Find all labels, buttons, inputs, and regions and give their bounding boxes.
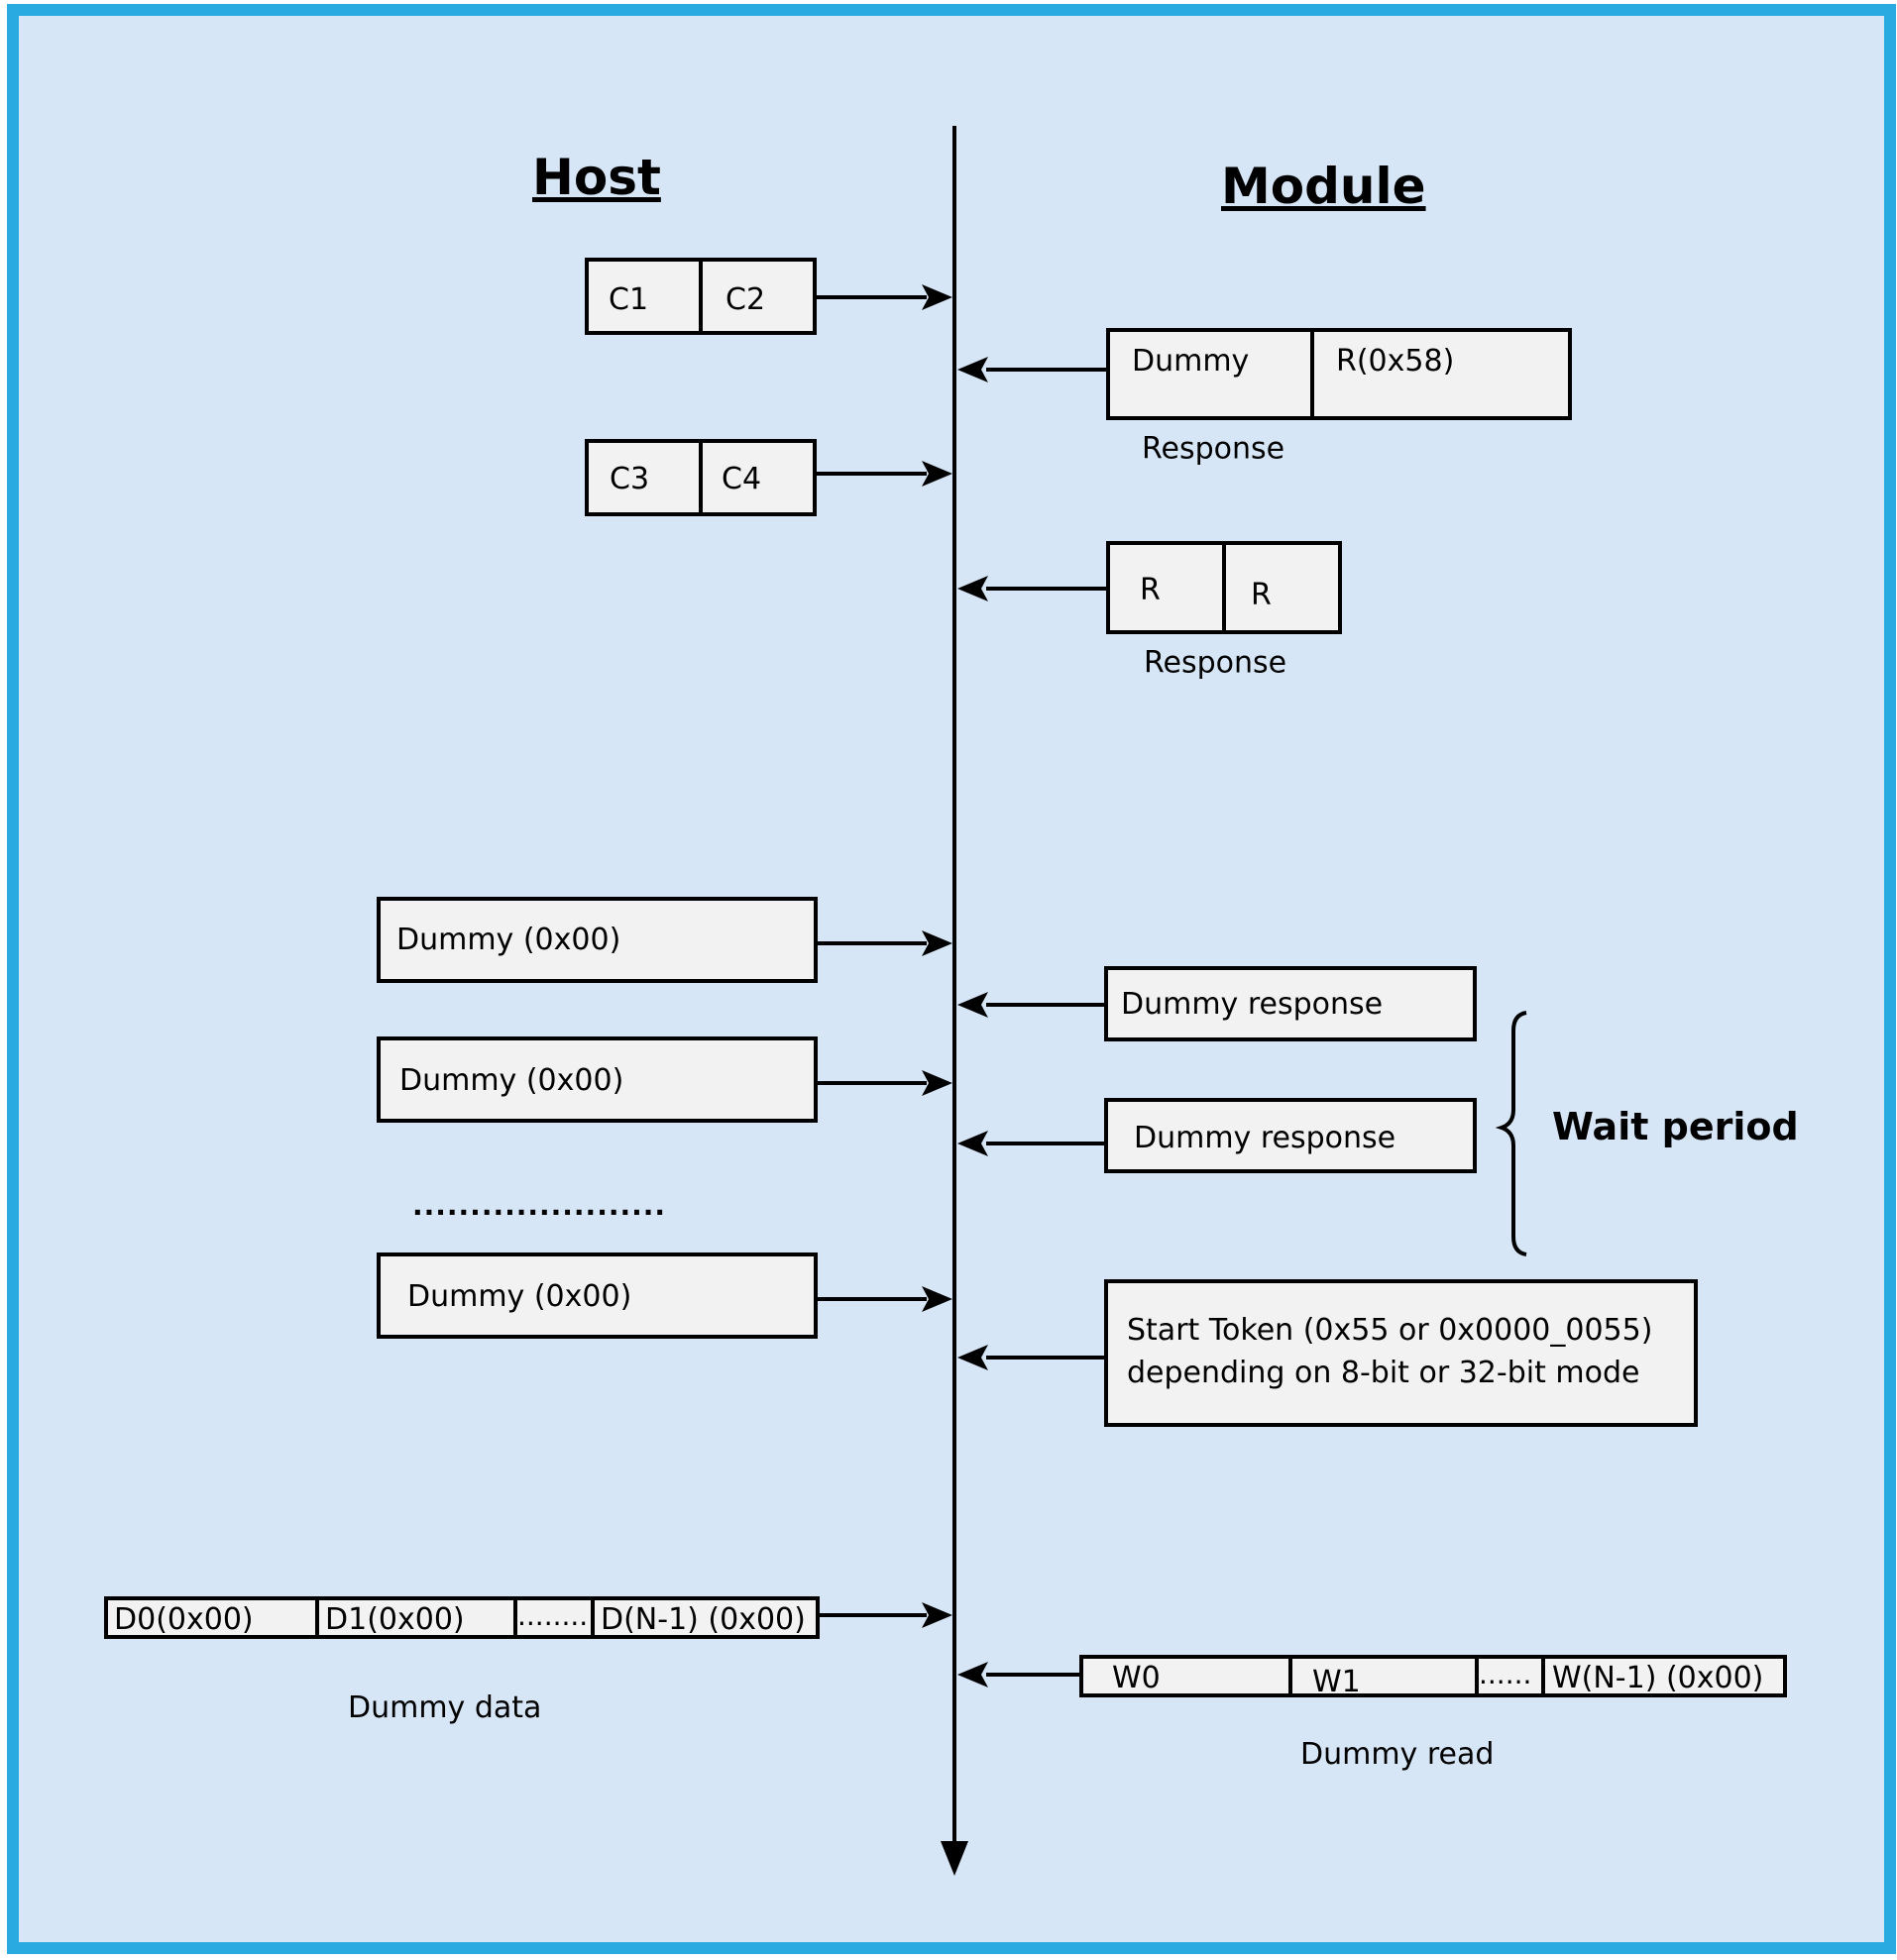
dummy-response-label: Dummy response [1121,987,1383,1022]
module-header: Module [1221,158,1426,215]
ellipsis: ...................... [412,1189,666,1222]
sequence-diagram: Host Module C1 C2 Dummy R(0x58) Response… [7,4,1896,1954]
wait-period-label: Wait period [1552,1105,1799,1148]
dummy-read-caption: Dummy read [1300,1737,1494,1772]
start-token-line-2: depending on 8-bit or 32-bit mode [1127,1356,1639,1390]
data-cell: D1(0x00) [325,1602,465,1637]
dummy-command-label: Dummy (0x00) [399,1063,623,1098]
data-cell: D(N-1) (0x00) [601,1602,806,1637]
command-cell: C4 [722,462,761,496]
response-cell: R [1140,573,1161,607]
command-cell: C1 [609,282,648,317]
host-header: Host [532,149,661,206]
response-caption: Response [1144,646,1286,681]
response-caption: Response [1142,432,1284,467]
start-token-line-1: Start Token (0x55 or 0x0000_0055) [1127,1313,1652,1348]
read-cell: W(N-1) (0x00) [1552,1661,1763,1695]
dummy-command-label: Dummy (0x00) [407,1279,631,1314]
read-cell: W0 [1112,1661,1161,1695]
read-cell-ellipsis: ...... [1479,1658,1531,1690]
response-cell: R(0x58) [1336,344,1454,379]
response-cell: R [1251,578,1272,612]
response-cell: Dummy [1132,344,1249,379]
data-cell: D0(0x00) [114,1602,254,1637]
dummy-response-label: Dummy response [1134,1121,1395,1155]
read-cell: W1 [1312,1665,1361,1699]
data-cell-ellipsis: ........ [517,1599,588,1632]
command-cell: C2 [725,282,765,317]
dummy-data-caption: Dummy data [348,1690,541,1725]
dummy-command-label: Dummy (0x00) [396,923,620,957]
command-cell: C3 [610,462,649,496]
